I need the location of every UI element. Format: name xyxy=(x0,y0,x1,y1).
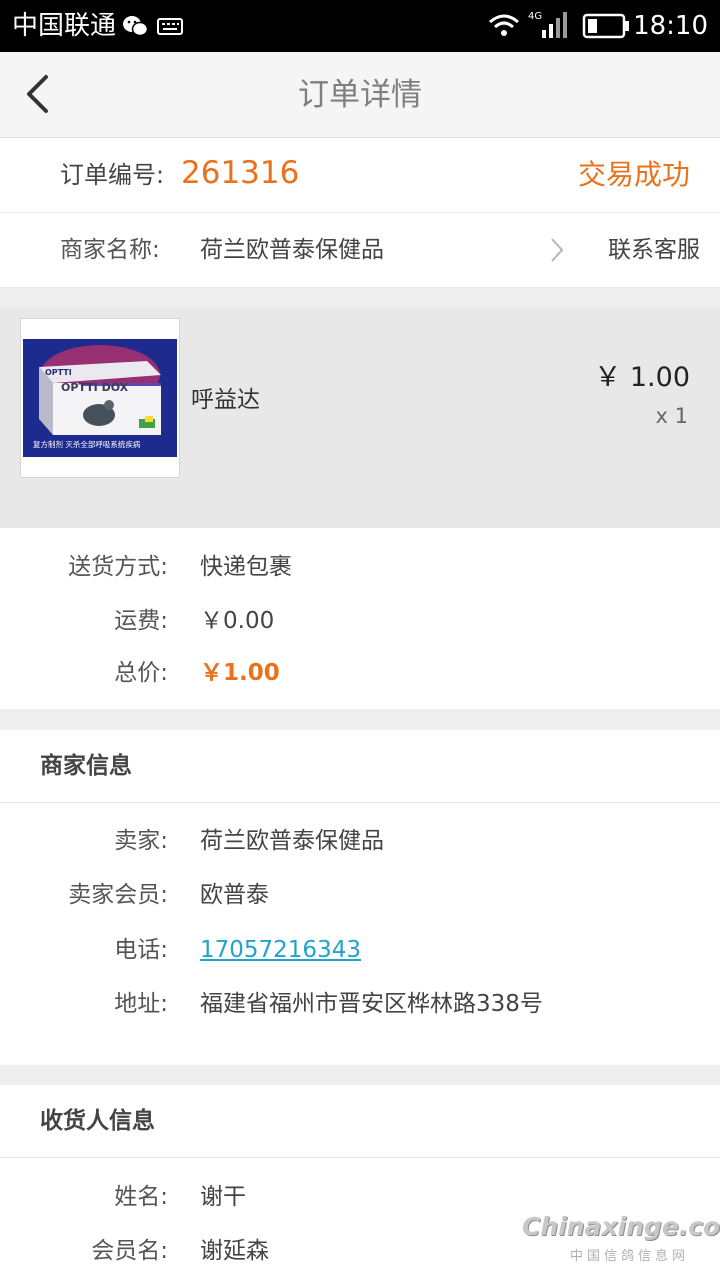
order-status: 交易成功 xyxy=(577,158,690,191)
battery-icon xyxy=(582,13,629,39)
shipping-fee-label: 运费: xyxy=(114,608,168,634)
order-number-label: 订单编号: xyxy=(60,161,165,189)
phone-label: 电话: xyxy=(114,937,168,963)
watermark-main-text: Chinaxinge.com xyxy=(522,1212,720,1241)
order-number-row: 订单编号: 261316 交易成功 xyxy=(0,138,720,213)
page-title: 订单详情 xyxy=(298,77,422,113)
address-value: 福建省福州市晋安区桦林路338号 xyxy=(200,991,543,1017)
nav-header: 订单详情 xyxy=(0,52,720,138)
merchant-row[interactable]: 商家名称: 荷兰欧普泰保健品 联系客服 xyxy=(0,213,720,288)
product-image[interactable]: OPTTI OPTTI DOX 复方制剂 灭杀全部呼吸系统疾病 xyxy=(20,318,180,478)
contact-service-button[interactable]: 联系客服 xyxy=(608,213,700,287)
watermark: Chinaxinge.com 中国信鸽信息网 xyxy=(500,1212,720,1272)
status-time: 18:10 xyxy=(633,11,708,41)
merchant-name: 荷兰欧普泰保健品 xyxy=(200,237,384,263)
merchant-name-label: 商家名称: xyxy=(60,237,160,263)
merchant-info-body: 卖家: 荷兰欧普泰保健品 卖家会员: 欧普泰 电话: 17057216343 地… xyxy=(0,803,720,1065)
status-bar: 中国联通 4G 18:10 xyxy=(0,0,720,52)
phone-link[interactable]: 17057216343 xyxy=(200,930,361,970)
chevron-right-icon xyxy=(551,238,564,262)
consignee-info-title: 收货人信息 xyxy=(40,1108,155,1134)
order-number: 261316 xyxy=(181,155,300,191)
network-type-label: 4G xyxy=(528,11,542,22)
keyboard-icon xyxy=(157,18,183,35)
watermark-sub-text: 中国信鸽信息网 xyxy=(570,1249,690,1264)
consignee-member-label: 会员名: xyxy=(91,1238,168,1264)
product-item[interactable]: OPTTI OPTTI DOX 复方制剂 灭杀全部呼吸系统疾病 呼益达 ￥ 1.… xyxy=(0,308,720,528)
product-quantity: x 1 xyxy=(655,404,688,428)
signal-icon: 4G xyxy=(528,11,567,38)
wifi-icon xyxy=(489,14,519,36)
delivery-summary: 送货方式: 快递包裹 运费: ￥0.00 总价: ￥1.00 xyxy=(0,528,720,709)
product-image-title: OPTTI DOX xyxy=(61,381,129,394)
seller-member-label: 卖家会员: xyxy=(68,882,168,908)
consignee-member-value: 谢延森 xyxy=(200,1238,269,1264)
merchant-info-header: 商家信息 xyxy=(0,730,720,803)
product-name: 呼益达 xyxy=(191,387,260,413)
back-button[interactable] xyxy=(14,68,66,120)
shipping-method-label: 送货方式: xyxy=(68,554,168,580)
address-label: 地址: xyxy=(114,991,168,1017)
wechat-icon xyxy=(123,16,149,37)
shipping-fee-value: ￥0.00 xyxy=(200,608,275,634)
back-arrow-icon xyxy=(27,75,48,113)
product-image-caption: 复方制剂 灭杀全部呼吸系统疾病 xyxy=(33,439,141,449)
seller-value: 荷兰欧普泰保健品 xyxy=(200,828,384,854)
product-price: ￥ 1.00 xyxy=(594,362,690,393)
total-price-value: ￥1.00 xyxy=(200,660,280,686)
consignee-name-value: 谢干 xyxy=(200,1184,246,1210)
consignee-name-label: 姓名: xyxy=(114,1184,168,1210)
carrier-name: 中国联通 xyxy=(12,11,117,41)
product-image-brand: OPTTI xyxy=(45,368,72,377)
notification-icons xyxy=(123,16,183,37)
shipping-method-value: 快递包裹 xyxy=(200,554,292,580)
merchant-info-title: 商家信息 xyxy=(40,753,132,779)
seller-label: 卖家: xyxy=(114,828,168,854)
seller-member-value: 欧普泰 xyxy=(200,882,269,908)
consignee-info-header: 收货人信息 xyxy=(0,1085,720,1158)
total-price-label: 总价: xyxy=(114,660,168,686)
